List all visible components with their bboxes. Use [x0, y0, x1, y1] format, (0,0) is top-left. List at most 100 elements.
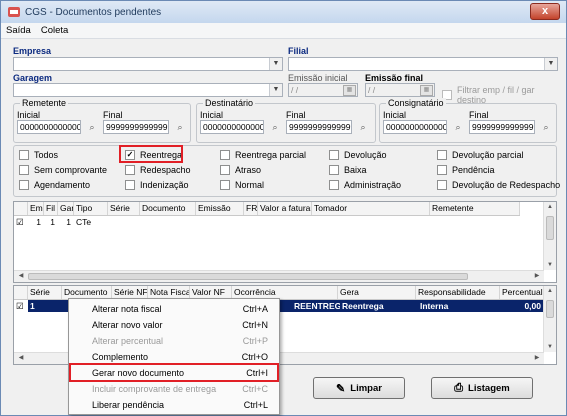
filter-devolucao[interactable]: Devolução [329, 150, 387, 160]
filter-sem-comprovante[interactable]: Sem comprovante [19, 165, 107, 175]
scroll-left-icon[interactable]: ◀ [15, 354, 27, 361]
remetente-inicial-label: Inicial [17, 110, 41, 120]
filter-normal[interactable]: Normal [220, 180, 264, 190]
scroll-down-icon[interactable]: ▼ [544, 262, 556, 268]
cell-responsabilidade: Interna [418, 300, 502, 312]
filter-label: Todos [34, 150, 59, 160]
filter-label: Pendência [452, 165, 495, 175]
consignatario-title: Consignatário [386, 98, 446, 108]
calendar-icon[interactable]: ▦ [420, 85, 433, 96]
filter-label: Devolução de Redespacho [452, 180, 561, 190]
filter-baixa[interactable]: Baixa [329, 165, 367, 175]
filtrar-destino-checkbox[interactable]: Filtrar emp / fil / gar destino [442, 85, 566, 105]
grid-header: Emissão [196, 202, 244, 215]
filter-pendencia[interactable]: Pendência [437, 165, 495, 175]
limpar-button[interactable]: ✎ Limpar [313, 377, 405, 399]
empresa-label: Empresa [13, 46, 52, 56]
binoculars-icon[interactable]: ⌕ [450, 120, 466, 134]
cell-emp: 1 [36, 217, 41, 227]
emissao-inicial-field[interactable]: / / ▦ [288, 83, 358, 97]
filter-devolucao-parcial[interactable]: Devolução parcial [437, 150, 524, 160]
remetente-inicial-input[interactable]: 00000000000001 [17, 120, 81, 134]
filtrar-destino-label: Filtrar emp / fil / gar destino [457, 85, 535, 105]
menu-item-alterar-novo-valor[interactable]: Alterar novo valor Ctrl+N [70, 318, 278, 332]
checkbox-box [220, 165, 230, 175]
binoculars-icon[interactable]: ⌕ [84, 120, 100, 134]
menu-item-shortcut: Ctrl+L [243, 400, 268, 410]
filter-label: Indenização [140, 180, 189, 190]
binoculars-icon[interactable]: ⌕ [538, 120, 554, 134]
eraser-icon: ✎ [336, 382, 346, 395]
destinatario-title: Destinatário [203, 98, 256, 108]
empresa-dropdown[interactable]: ▼ [13, 57, 283, 71]
destinatario-inicial-input[interactable]: 00000000000001 [200, 120, 264, 134]
garagem-dropdown[interactable]: ▼ [13, 83, 283, 97]
checkbox-box [329, 180, 339, 190]
scroll-right-icon[interactable]: ▶ [531, 272, 543, 279]
scroll-down-icon[interactable]: ▼ [544, 344, 556, 350]
scroll-right-icon[interactable]: ▶ [531, 354, 543, 361]
filter-devolucao-redespacho[interactable]: Devolução de Redespacho [437, 180, 560, 190]
grid-header: FR [246, 202, 258, 215]
remetente-final-input[interactable]: 99999999999999 [103, 120, 169, 134]
emissao-final-label: Emissão final [365, 73, 424, 83]
table-row[interactable]: ☑ 1 1 1 CTe [14, 216, 108, 228]
vertical-scrollbar[interactable]: ▲ ▼ [543, 286, 556, 352]
filial-dropdown[interactable]: ▼ [288, 57, 558, 71]
menu-item-alterar-percentual[interactable]: Alterar percentual Ctrl+P [70, 334, 278, 348]
filter-redespacho[interactable]: Redespacho [125, 165, 191, 175]
filter-label: Devolução parcial [452, 150, 524, 160]
listagem-button[interactable]: ⎙ Listagem [431, 377, 533, 399]
consignatario-inicial-input[interactable]: 00000000000001 [383, 120, 447, 134]
scroll-thumb[interactable] [546, 300, 554, 318]
filter-todos[interactable]: Todos [19, 150, 58, 160]
grid-header: Tomador [312, 202, 430, 215]
binoculars-icon[interactable]: ⌕ [267, 120, 283, 134]
filter-reentrega-parcial[interactable]: Reentrega parcial [220, 150, 306, 160]
grid-header: Documento [140, 202, 196, 215]
scroll-up-icon[interactable]: ▲ [544, 204, 556, 210]
destinatario-final-label: Final [286, 110, 306, 120]
checkbox-box [437, 165, 447, 175]
menu-item-label: Alterar percentual [92, 336, 164, 346]
destinatario-inicial-label: Inicial [200, 110, 224, 120]
menu-item-label: Alterar novo valor [92, 320, 163, 330]
menu-item-complemento[interactable]: Complemento Ctrl+O [70, 350, 278, 364]
close-button[interactable]: x [530, 3, 560, 20]
filter-label: Administração [344, 180, 402, 190]
calendar-icon[interactable]: ▦ [343, 85, 356, 96]
filter-agendamento[interactable]: Agendamento [19, 180, 90, 190]
scroll-up-icon[interactable]: ▲ [544, 288, 556, 294]
vertical-scrollbar[interactable]: ▲ ▼ [543, 202, 556, 270]
menu-item-alterar-nota-fiscal[interactable]: Alterar nota fiscal Ctrl+A [70, 302, 278, 316]
menu-saida[interactable]: Saída [1, 23, 36, 38]
checkbox-box [19, 165, 29, 175]
scroll-thumb[interactable] [28, 273, 468, 280]
checkbox-box [125, 165, 135, 175]
menu-item-liberar-pendencia[interactable]: Liberar pendência Ctrl+L [70, 398, 278, 412]
printer-icon: ⎙ [454, 381, 464, 394]
remetente-title: Remetente [20, 98, 69, 108]
filter-indenizacao[interactable]: Indenização [125, 180, 189, 190]
checkbox-box [329, 165, 339, 175]
destinatario-final-input[interactable]: 99999999999999 [286, 120, 352, 134]
scroll-thumb[interactable] [546, 216, 554, 240]
window-title: CGS - Documentos pendentes [25, 6, 162, 18]
binoculars-icon[interactable]: ⌕ [172, 120, 188, 134]
consignatario-final-input[interactable]: 99999999999999 [469, 120, 535, 134]
scroll-left-icon[interactable]: ◀ [15, 272, 27, 279]
row-checkbox[interactable]: ☑ [14, 216, 28, 228]
filter-label: Baixa [344, 165, 367, 175]
horizontal-scrollbar[interactable]: ◀ ▶ [14, 270, 544, 282]
row-checkbox[interactable]: ☑ [14, 300, 28, 312]
documents-grid-header: Emp Fil Gar Tipo Série Documento Emissão… [14, 202, 520, 216]
binoculars-icon[interactable]: ⌕ [355, 120, 371, 134]
filter-label: Normal [235, 180, 265, 190]
grid-header: Valor a faturar [260, 202, 312, 215]
filter-atraso[interactable]: Atraso [220, 165, 261, 175]
menu-item-incluir-comprovante[interactable]: Incluir comprovante de entrega Ctrl+C [70, 382, 278, 396]
grid-header: Responsabilidade [416, 286, 500, 299]
emissao-final-field[interactable]: / / ▦ [365, 83, 435, 97]
menu-coleta[interactable]: Coleta [36, 23, 73, 38]
filter-administracao[interactable]: Administração [329, 180, 401, 190]
